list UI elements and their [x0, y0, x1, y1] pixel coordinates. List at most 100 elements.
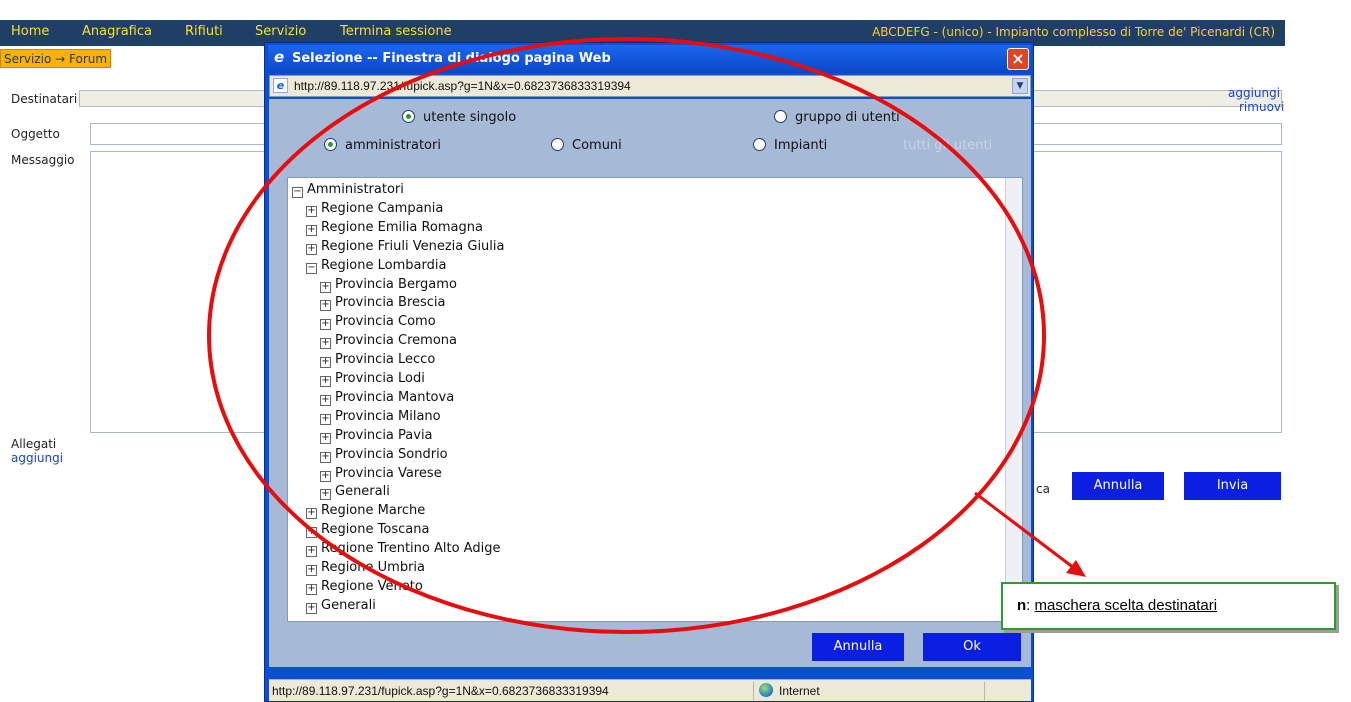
tree-item[interactable]: + Regione Umbria — [306, 559, 425, 577]
tree-item[interactable]: + Provincia Cremona — [320, 332, 457, 350]
nav-anagrafica[interactable]: Anagrafica — [82, 24, 152, 39]
aggiungi-destinatario-link[interactable]: aggiungi — [1228, 86, 1280, 100]
expand-icon[interactable]: + — [306, 508, 317, 520]
radio-amministratori-label: amministratori — [345, 138, 441, 153]
tree-item-label: Regione Toscana — [321, 522, 430, 538]
expand-icon[interactable]: + — [306, 224, 317, 236]
tree-item-label: Provincia Bergamo — [335, 276, 457, 292]
status-separator — [984, 682, 985, 700]
radio-comuni-label: Comuni — [572, 138, 622, 153]
expand-icon[interactable]: + — [306, 583, 317, 595]
tree-item[interactable]: + Provincia Lecco — [320, 351, 435, 369]
radio-amministratori[interactable]: amministratori — [324, 138, 441, 153]
expand-icon[interactable]: + — [320, 413, 331, 425]
close-icon[interactable]: × — [1007, 48, 1029, 70]
radio-impianti[interactable]: Impianti — [753, 138, 827, 153]
selection-dialog: e Selezione -- Finestra di dialogo pagin… — [264, 42, 1034, 702]
tree-item[interactable]: + Provincia Lodi — [320, 370, 425, 388]
radio-empty-icon — [551, 138, 564, 151]
tree-item-label: Amministratori — [307, 182, 404, 197]
dialog-ok-button[interactable]: Ok — [923, 633, 1021, 661]
destinatari-label: Destinatari — [11, 92, 78, 106]
recipient-tree[interactable]: − Amministratori + Regione Campania + Regione… — [287, 177, 1023, 622]
tree-item[interactable]: + Provincia Brescia — [320, 294, 446, 312]
radio-gruppo-utenti[interactable]: gruppo di utenti — [774, 110, 900, 125]
tree-item[interactable]: + Provincia Pavia — [320, 427, 433, 445]
tree-item[interactable]: + Provincia Milano — [320, 408, 441, 426]
expand-icon[interactable]: + — [306, 527, 317, 539]
tree-item[interactable]: + Regione Trentino Alto Adige — [306, 540, 500, 558]
expand-icon[interactable]: + — [320, 451, 331, 463]
annotation-letter: n — [1017, 597, 1027, 614]
tree-item-label: Provincia Pavia — [335, 427, 433, 443]
nav-rifiuti[interactable]: Rifiuti — [185, 24, 223, 39]
tree-item[interactable]: − Amministratori — [292, 181, 404, 199]
tree-item-label: Regione Veneto — [321, 578, 423, 594]
expand-icon[interactable]: + — [320, 338, 331, 350]
expand-icon[interactable]: + — [320, 319, 331, 331]
tree-item[interactable]: + Regione Friuli Venezia Giulia — [306, 238, 505, 256]
tree-item[interactable]: + Provincia Sondrio — [320, 446, 448, 464]
status-separator — [753, 682, 754, 700]
radio-comuni[interactable]: Comuni — [551, 138, 622, 153]
radio-empty-icon — [753, 138, 766, 151]
tree-item[interactable]: + Generali — [306, 597, 376, 615]
expand-icon[interactable]: + — [306, 546, 317, 558]
tree-item[interactable]: + Regione Emilia Romagna — [306, 219, 483, 237]
expand-icon[interactable]: + — [320, 357, 331, 369]
radio-empty-icon — [774, 110, 787, 123]
dialog-annulla-button[interactable]: Annulla — [812, 633, 904, 661]
annulla-button[interactable]: Annulla — [1072, 472, 1164, 500]
tree-item[interactable]: + Regione Veneto — [306, 578, 423, 596]
oggetto-label: Oggetto — [11, 127, 60, 141]
nav-servizio[interactable]: Servizio — [255, 24, 306, 39]
nav-termina-sessione[interactable]: Termina sessione — [340, 24, 452, 39]
collapse-icon[interactable]: − — [306, 262, 317, 274]
tree-item[interactable]: + Generali — [320, 483, 390, 501]
allegati-label: Allegati — [11, 437, 57, 451]
expand-icon[interactable]: + — [306, 243, 317, 255]
tree-item[interactable]: + Provincia Mantova — [320, 389, 454, 407]
tree-item-label: Regione Friuli Venezia Giulia — [321, 238, 505, 254]
tree-item-label: Generali — [335, 484, 390, 500]
expand-icon[interactable]: + — [320, 432, 331, 444]
annotation-text: n: maschera scelta destinatari — [1017, 597, 1218, 614]
tree-item-label: Regione Emilia Romagna — [321, 219, 483, 235]
page-icon: e — [273, 78, 288, 93]
expand-icon[interactable]: + — [320, 281, 331, 293]
tree-item[interactable]: + Provincia Varese — [320, 465, 442, 483]
dialog-titlebar[interactable]: e Selezione -- Finestra di dialogo pagin… — [268, 45, 1031, 73]
nav-home[interactable]: Home — [11, 24, 49, 39]
tree-item[interactable]: + Regione Campania — [306, 200, 443, 218]
rimuovi-destinatario-link[interactable]: rimuovi — [1239, 100, 1284, 114]
tree-scrollbar[interactable] — [1005, 178, 1022, 621]
allegati-aggiungi-link[interactable]: aggiungi — [11, 451, 63, 465]
dialog-body: utente singolo gruppo di utenti amminist… — [269, 99, 1031, 667]
expand-icon[interactable]: + — [320, 489, 331, 501]
expand-icon[interactable]: + — [320, 394, 331, 406]
tree-item[interactable]: + Regione Marche — [306, 502, 425, 520]
globe-icon — [759, 683, 773, 697]
collapse-icon[interactable]: − — [292, 187, 303, 198]
radio-gruppo-utenti-label: gruppo di utenti — [795, 110, 900, 125]
expand-icon[interactable]: + — [320, 376, 331, 387]
tree-item[interactable]: + Regione Toscana — [306, 521, 429, 539]
chevron-down-icon[interactable]: ▼ — [1012, 78, 1028, 94]
expand-icon[interactable]: + — [320, 300, 331, 312]
tree-item[interactable]: + Provincia Como — [320, 313, 436, 331]
expand-icon[interactable]: + — [320, 470, 331, 482]
expand-icon[interactable]: + — [306, 205, 317, 217]
tree-item[interactable]: − Regione Lombardia — [306, 257, 446, 275]
tree-item-label: Provincia Sondrio — [335, 446, 448, 462]
radio-checked-icon — [402, 110, 415, 123]
expand-icon[interactable]: + — [306, 602, 317, 614]
invia-button[interactable]: Invia — [1184, 472, 1281, 500]
messaggio-label: Messaggio — [11, 153, 75, 167]
ie-icon: e — [274, 48, 285, 66]
partial-hidden-text: ca — [1036, 482, 1050, 496]
tree-item[interactable]: + Provincia Bergamo — [320, 276, 457, 294]
dialog-title: Selezione -- Finestra di dialogo pagina … — [292, 51, 611, 66]
tree-item-label: Provincia Mantova — [335, 389, 455, 405]
expand-icon[interactable]: + — [306, 565, 317, 576]
radio-utente-singolo[interactable]: utente singolo — [402, 110, 516, 125]
